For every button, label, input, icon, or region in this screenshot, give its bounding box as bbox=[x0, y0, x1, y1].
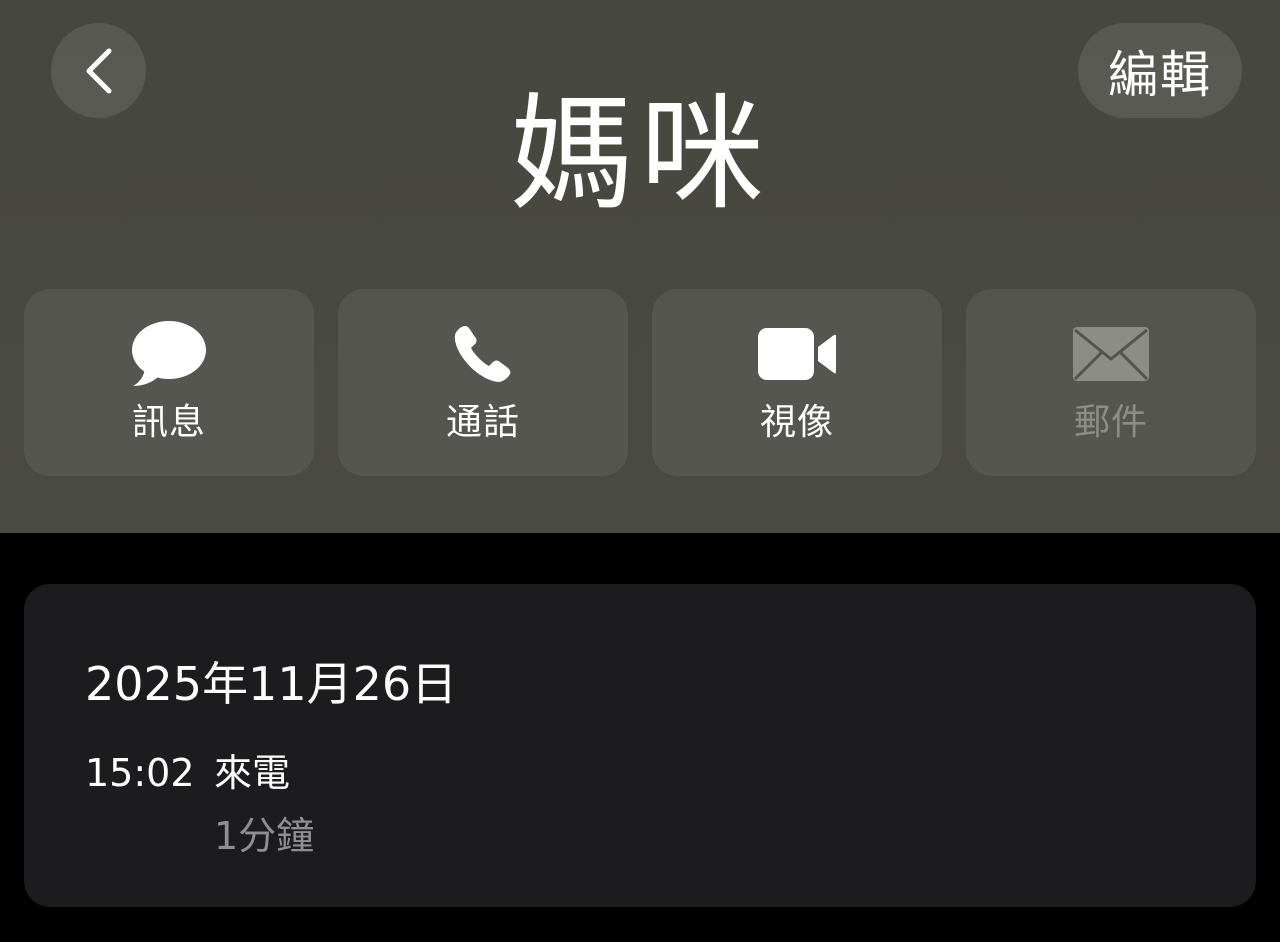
call-time: 15:02 bbox=[85, 751, 195, 795]
message-action-button[interactable]: 訊息 bbox=[24, 289, 314, 476]
contact-header: 編輯 媽咪 訊息 通話 視像 郵件 bbox=[0, 0, 1280, 533]
call-type: 來電 bbox=[214, 751, 291, 795]
mail-action-label: 郵件 bbox=[1073, 402, 1148, 443]
contact-detail-screen: 編輯 媽咪 訊息 通話 視像 郵件 2025年11月26日 15:02 來電 1… bbox=[0, 0, 1280, 942]
phone-icon bbox=[452, 321, 514, 387]
mail-action-button[interactable]: 郵件 bbox=[966, 289, 1256, 476]
call-history-card: 2025年11月26日 15:02 來電 1分鐘 bbox=[24, 584, 1256, 907]
contact-name: 媽咪 bbox=[509, 83, 770, 227]
quick-actions: 訊息 通話 視像 郵件 bbox=[24, 289, 1256, 476]
message-action-label: 訊息 bbox=[131, 402, 206, 443]
video-camera-icon bbox=[757, 321, 837, 387]
message-bubble-icon bbox=[131, 321, 207, 387]
call-action-label: 通話 bbox=[445, 402, 520, 443]
call-action-button[interactable]: 通話 bbox=[338, 289, 628, 476]
video-action-button[interactable]: 視像 bbox=[652, 289, 942, 476]
envelope-icon bbox=[1071, 321, 1151, 387]
call-duration: 1分鐘 bbox=[214, 814, 315, 858]
video-action-label: 視像 bbox=[759, 402, 834, 443]
call-date: 2025年11月26日 bbox=[85, 657, 458, 711]
